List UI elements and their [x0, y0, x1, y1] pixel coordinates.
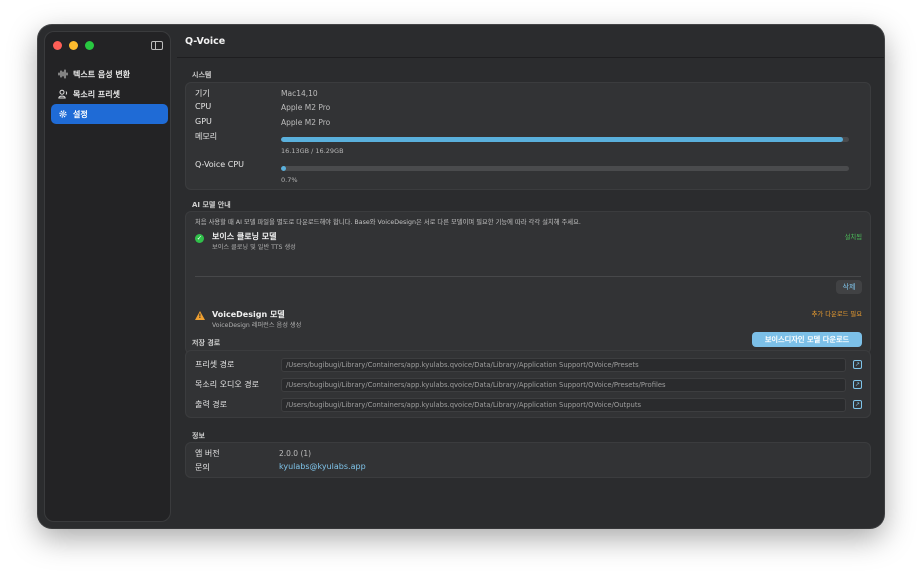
- title-divider: [177, 57, 884, 58]
- model-description-voice-cloning: 보이스 클로닝 및 일반 TTS 생성: [212, 244, 296, 251]
- zoom-window-button[interactable]: [85, 41, 94, 50]
- section-label-system: 시스템: [192, 71, 212, 79]
- sidebar-item-settings[interactable]: 설정: [51, 104, 168, 124]
- open-folder-icon[interactable]: ↗: [853, 400, 862, 409]
- memory-progress-fill: [281, 137, 844, 142]
- gpu-value: Apple M2 Pro: [281, 118, 331, 127]
- output-path-label: 출력 경로: [195, 400, 227, 409]
- app-version-value: 2.0.0 (1): [279, 449, 312, 458]
- model-divider: [195, 276, 861, 277]
- download-voicedesign-button[interactable]: 보이스디자인 모델 다운로드: [752, 332, 862, 347]
- main-content: Q-Voice 시스템 기기 Mac14,10 CPU Apple M2 Pro…: [177, 25, 884, 528]
- section-label-ai-models: AI 모델 안내: [192, 201, 231, 209]
- app-window: 텍스트 음성 변환 목소리 프리셋 설정 Q-Voice 시스템 기기 Mac1…: [38, 25, 884, 528]
- storage-card: 프리셋 경로 /Users/bugibugi/Library/Container…: [185, 350, 871, 418]
- info-card: 앱 버전 2.0.0 (1) 문의 kyulabs@kyulabs.app: [185, 442, 871, 478]
- delete-model-button[interactable]: 삭제: [836, 280, 862, 294]
- contact-email-link[interactable]: kyulabs@kyulabs.app: [279, 462, 366, 471]
- output-path-field[interactable]: /Users/bugibugi/Library/Containers/app.k…: [281, 398, 846, 412]
- sidebar-nav: 텍스트 음성 변환 목소리 프리셋 설정: [51, 64, 168, 124]
- device-label: 기기: [195, 89, 210, 98]
- waveform-icon: [58, 69, 68, 79]
- qvoice-cpu-progress-fill: [281, 166, 286, 171]
- memory-label: 메모리: [195, 132, 218, 141]
- status-badge-installed: 설치됨: [844, 234, 862, 241]
- model-name-voicedesign: VoiceDesign 모델: [212, 310, 285, 319]
- cpu-value: Apple M2 Pro: [281, 103, 331, 112]
- memory-progress-bar: [281, 137, 849, 142]
- voice-audio-path-field[interactable]: /Users/bugibugi/Library/Containers/app.k…: [281, 378, 846, 392]
- qvoice-cpu-label: Q-Voice CPU: [195, 160, 245, 169]
- model-description-voicedesign: VoiceDesign 레퍼런스 음성 생성: [212, 322, 302, 329]
- preset-path-label: 프리셋 경로: [195, 360, 235, 369]
- gear-icon: [58, 109, 68, 119]
- open-folder-icon[interactable]: ↗: [853, 380, 862, 389]
- preset-path-field[interactable]: /Users/bugibugi/Library/Containers/app.k…: [281, 358, 846, 372]
- system-card: 기기 Mac14,10 CPU Apple M2 Pro GPU Apple M…: [185, 82, 871, 190]
- sidebar-item-label: 설정: [73, 109, 88, 119]
- voice-audio-path-label: 목소리 오디오 경로: [195, 380, 259, 389]
- memory-usage-text: 16.13GB / 16.29GB: [281, 147, 344, 155]
- sidebar-item-label: 목소리 프리셋: [73, 89, 120, 99]
- gpu-label: GPU: [195, 117, 212, 126]
- contact-label: 문의: [195, 463, 210, 472]
- qvoice-cpu-progress-bar: [281, 166, 849, 171]
- voice-preset-icon: [58, 89, 68, 99]
- qvoice-cpu-usage-text: 0.7%: [281, 176, 298, 184]
- ai-models-card: 처음 사용할 때 AI 모델 파일을 별도로 다운로드해야 합니다. Base와…: [185, 211, 871, 354]
- sidebar-item-voice-presets[interactable]: 목소리 프리셋: [51, 84, 168, 104]
- close-window-button[interactable]: [53, 41, 62, 50]
- ai-models-notice: 처음 사용할 때 AI 모델 파일을 별도로 다운로드해야 합니다. Base와…: [195, 219, 581, 226]
- app-version-label: 앱 버전: [195, 449, 220, 458]
- page-title: Q-Voice: [185, 36, 226, 47]
- section-label-storage: 저장 경로: [192, 339, 221, 347]
- sidebar-toggle-icon[interactable]: [151, 41, 163, 50]
- checkmark-icon: ✓: [195, 234, 204, 243]
- section-label-info: 정보: [192, 432, 205, 440]
- open-folder-icon[interactable]: ↗: [853, 360, 862, 369]
- cpu-label: CPU: [195, 102, 212, 111]
- sidebar-item-text-to-speech[interactable]: 텍스트 음성 변환: [51, 64, 168, 84]
- minimize-window-button[interactable]: [69, 41, 78, 50]
- sidebar-item-label: 텍스트 음성 변환: [73, 69, 131, 79]
- device-value: Mac14,10: [281, 89, 318, 98]
- window-controls: [53, 41, 94, 50]
- warning-icon: !: [195, 311, 205, 320]
- status-badge-download-required: 추가 다운로드 필요: [811, 311, 862, 318]
- model-name-voice-cloning: 보이스 클로닝 모델: [212, 232, 277, 241]
- sidebar: 텍스트 음성 변환 목소리 프리셋 설정: [44, 31, 171, 522]
